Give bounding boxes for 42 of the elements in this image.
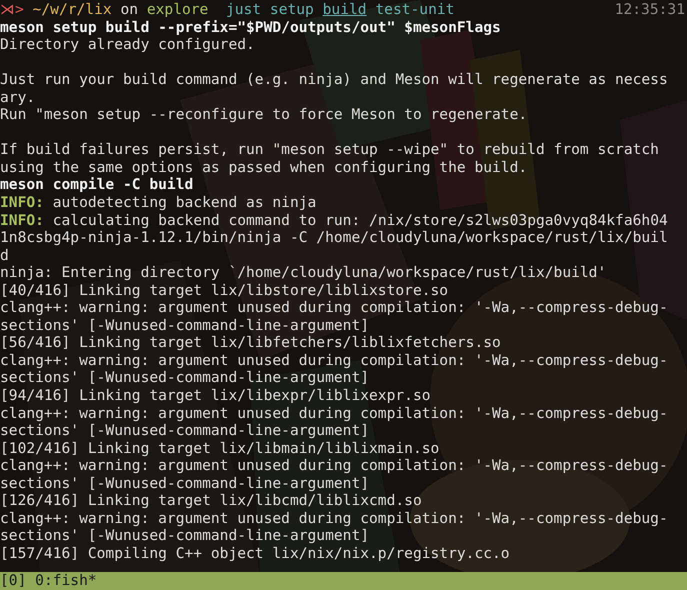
output-line: [56/416] Linking target lix/libfetchers/liblixfetchers.so — [0, 334, 502, 352]
command-line: meson compile -C build — [0, 176, 194, 194]
output-line: sections' [-Wunused-command-line-argument] — [0, 422, 370, 440]
output-line: d — [0, 246, 10, 264]
output-line: ary. — [0, 88, 36, 106]
prompt-path: ~/w/r/lix — [32, 1, 112, 19]
info-tag: INFO: — [0, 212, 44, 230]
output-line: clang++: warning: argument unused during compilation: '-Wa,--compress-debug- — [0, 457, 669, 475]
output-line: clang++: warning: argument unused during compilation: '-Wa,--compress-debug- — [0, 510, 669, 528]
output-line: ninja: Entering directory `/home/cloudyluna/workspace/rust/lix/build' — [0, 264, 608, 282]
output-line: clang++: warning: argument unused during compilation: '-Wa,--compress-debug- — [0, 404, 669, 422]
output-line: [126/416] Linking target lix/libcmd/liblixcmd.so — [0, 492, 423, 510]
output-line: Just run your build command (e.g. ninja) and Meson will regenerate as necess — [0, 71, 669, 89]
window-tab[interactable]: 0:fish* — [35, 572, 97, 590]
prompt-symbol: ⋊> — [0, 1, 24, 19]
output-line: [102/416] Linking target lix/libmain/liblixmain.so — [0, 440, 440, 458]
output-line: sections' [-Wunused-command-line-argument] — [0, 316, 370, 334]
output-line: clang++: warning: argument unused during compilation: '-Wa,--compress-debug- — [0, 352, 669, 370]
clock-time: 12:35:31 — [614, 1, 686, 19]
output-line: sections' [-Wunused-command-line-argument] — [0, 527, 370, 545]
output-line: Directory already configured. — [0, 36, 256, 54]
output-line: 1n8csbg4p-ninja-1.12.1/bin/ninja -C /home/cloudyluna/workspace/rust/lix/buil — [0, 229, 669, 247]
output-line: calculating backend command to run: /nix/store/s2lws03pga0vyq84kfa6h04 — [52, 212, 668, 230]
recipe-name: build — [322, 1, 367, 19]
session-label: [0] — [0, 572, 26, 590]
output-line: sections' [-Wunused-command-line-argument] — [0, 474, 370, 492]
recipe-name: test-unit — [375, 1, 454, 19]
output-line: [40/416] Linking target lix/libstore/liblixstore.so — [0, 282, 450, 300]
git-branch: explore — [146, 1, 208, 19]
info-tag: INFO: — [0, 194, 44, 212]
prompt-text: on — [120, 1, 138, 19]
output-line: clang++: warning: argument unused during compilation: '-Wa,--compress-debug- — [0, 299, 669, 317]
recipe-name: setup — [270, 1, 314, 19]
output-line: using the same options as passed when configuring the build. — [0, 158, 528, 176]
output-line: If build failures persist, run "meson setup --wipe" to rebuild from scratch — [0, 141, 660, 159]
output-line: [94/416] Linking target lix/libexpr/liblixexpr.so — [0, 387, 432, 405]
output-line: autodetecting backend as ninja — [52, 194, 316, 212]
recipe-name: just — [226, 1, 262, 19]
output-line: sections' [-Wunused-command-line-argument] — [0, 369, 370, 388]
command-line: meson setup build --prefix="$PWD/outputs/out" $mesonFlags — [0, 18, 502, 36]
output-line: Run "meson setup --reconfigure to force Meson to regenerate. — [0, 106, 528, 124]
output-line: [157/416] Compiling C++ object lix/nix/nix.p/registry.cc.o — [0, 544, 511, 562]
